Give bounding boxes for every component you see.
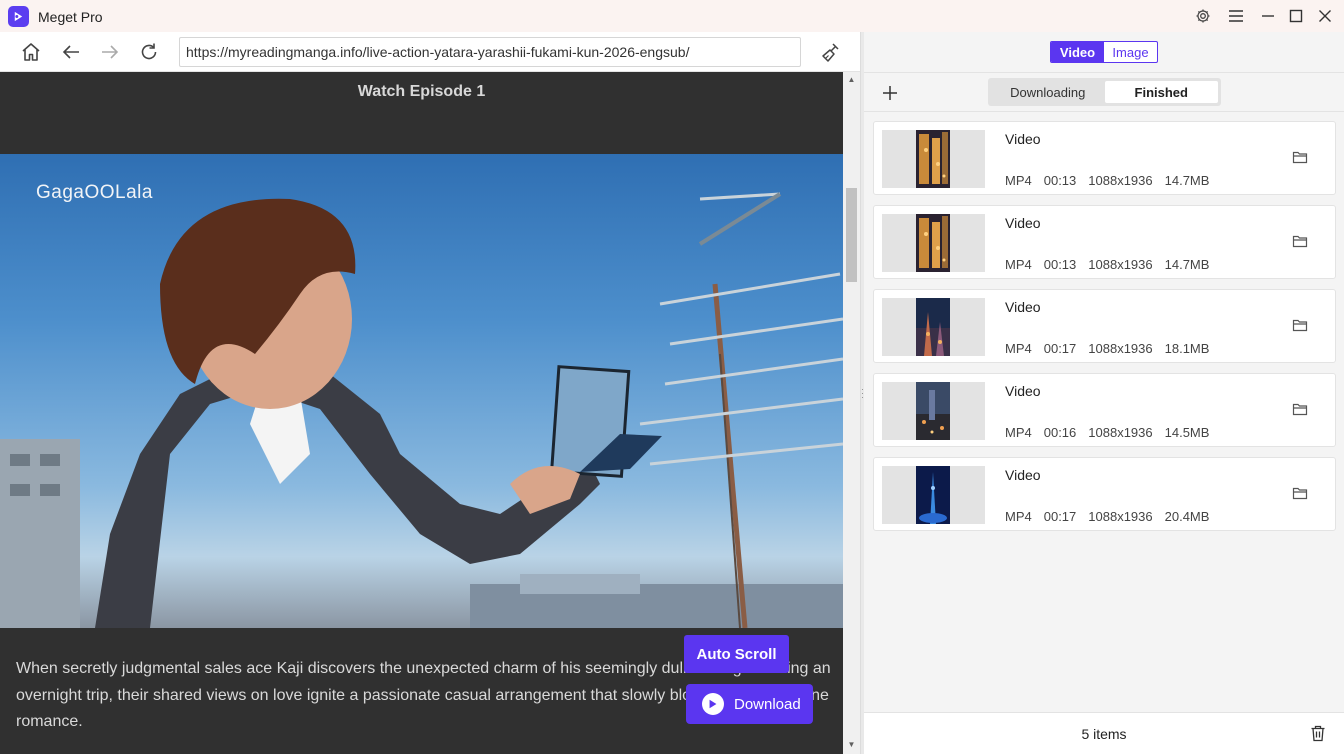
video-frame: [0, 192, 843, 628]
item-count: 5 items: [1081, 726, 1127, 742]
item-title: Video: [1005, 383, 1041, 399]
item-title: Video: [1005, 131, 1041, 147]
scroll-up-icon[interactable]: ▲: [846, 75, 857, 85]
item-resolution: 1088x1936: [1088, 341, 1153, 356]
item-duration: 00:16: [1043, 425, 1077, 440]
settings-icon[interactable]: [1193, 6, 1213, 26]
reload-icon[interactable]: [137, 40, 161, 64]
web-content: Watch Episode 1 GagaOOLala When secretly…: [0, 72, 843, 754]
item-meta: MP4 00:16 1088x1936 14.5MB: [1005, 425, 1209, 440]
item-title: Video: [1005, 299, 1041, 315]
image-type-button[interactable]: Image: [1104, 42, 1157, 62]
item-duration: 00:17: [1043, 341, 1077, 356]
video-thumbnail[interactable]: [882, 466, 985, 524]
item-size: 14.7MB: [1164, 173, 1210, 188]
item-format: MP4: [1005, 257, 1032, 272]
download-button[interactable]: Download: [686, 684, 813, 724]
list-item[interactable]: Video MP4 00:13 1088x1936 14.7MB: [873, 205, 1336, 279]
item-meta: MP4 00:13 1088x1936 14.7MB: [1005, 173, 1209, 188]
video-thumbnail[interactable]: [882, 382, 985, 440]
item-size: 14.5MB: [1164, 425, 1210, 440]
open-folder-icon[interactable]: [1292, 401, 1310, 419]
scroll-thumb[interactable]: [846, 188, 857, 282]
item-format: MP4: [1005, 425, 1032, 440]
media-type-toggle[interactable]: Video Image: [1050, 41, 1158, 63]
download-logo-icon: [702, 693, 724, 715]
menu-icon[interactable]: [1226, 6, 1246, 26]
item-format: MP4: [1005, 509, 1032, 524]
maximize-icon[interactable]: [1286, 6, 1306, 26]
app-logo-icon: [8, 6, 29, 27]
video-thumbnail[interactable]: [882, 130, 985, 188]
item-resolution: 1088x1936: [1088, 425, 1153, 440]
download-tabs: Downloading Finished: [988, 78, 1221, 106]
forward-icon[interactable]: [98, 40, 122, 64]
app-title: Meget Pro: [38, 9, 103, 25]
auto-scroll-button[interactable]: Auto Scroll: [684, 635, 789, 673]
item-format: MP4: [1005, 173, 1032, 188]
thumbnail-image: [916, 382, 950, 440]
open-folder-icon[interactable]: [1292, 149, 1310, 167]
item-resolution: 1088x1936: [1088, 257, 1153, 272]
download-button-label: Download: [734, 695, 801, 713]
url-input[interactable]: [180, 38, 800, 66]
video-player[interactable]: GagaOOLala: [0, 154, 843, 628]
browser-toolbar: [0, 32, 863, 72]
open-folder-icon[interactable]: [1292, 317, 1310, 335]
list-item[interactable]: Video MP4 00:17 1088x1936 18.1MB: [873, 289, 1336, 363]
open-folder-icon[interactable]: [1292, 233, 1310, 251]
separator: [864, 72, 1344, 73]
item-duration: 00:13: [1043, 257, 1077, 272]
title-bar: Meget Pro: [0, 0, 1344, 32]
item-resolution: 1088x1936: [1088, 509, 1153, 524]
close-icon[interactable]: [1315, 6, 1335, 26]
url-bar[interactable]: [179, 37, 801, 67]
thumbnail-image: [916, 298, 950, 356]
list-item[interactable]: Video MP4 00:17 1088x1936 20.4MB: [873, 457, 1336, 531]
open-folder-icon[interactable]: [1292, 485, 1310, 503]
download-list: Video MP4 00:13 1088x1936 14.7MB Video M…: [873, 121, 1336, 541]
home-icon[interactable]: [19, 40, 43, 64]
item-title: Video: [1005, 467, 1041, 483]
tab-finished[interactable]: Finished: [1104, 81, 1218, 103]
minimize-icon[interactable]: [1258, 6, 1278, 26]
list-item[interactable]: Video MP4 00:16 1088x1936 14.5MB: [873, 373, 1336, 447]
back-icon[interactable]: [59, 40, 83, 64]
item-duration: 00:17: [1043, 509, 1077, 524]
item-duration: 00:13: [1043, 173, 1077, 188]
item-meta: MP4 00:17 1088x1936 20.4MB: [1005, 509, 1209, 524]
list-item[interactable]: Video MP4 00:13 1088x1936 14.7MB: [873, 121, 1336, 195]
item-meta: MP4 00:17 1088x1936 18.1MB: [1005, 341, 1209, 356]
clean-icon[interactable]: [819, 40, 843, 64]
web-scrollbar[interactable]: ▲ ▼: [843, 72, 860, 754]
download-panel: Video Image Downloading Finished Video M…: [864, 32, 1344, 754]
thumbnail-image: [916, 214, 950, 272]
tab-downloading[interactable]: Downloading: [991, 81, 1105, 103]
item-size: 18.1MB: [1164, 341, 1210, 356]
thumbnail-image: [916, 130, 950, 188]
item-format: MP4: [1005, 341, 1032, 356]
scroll-down-icon[interactable]: ▼: [846, 740, 857, 750]
video-watermark: GagaOOLala: [36, 182, 153, 203]
episode-heading: Watch Episode 1: [357, 83, 486, 100]
item-title: Video: [1005, 215, 1041, 231]
video-thumbnail[interactable]: [882, 214, 985, 272]
add-icon[interactable]: [879, 82, 901, 104]
video-thumbnail[interactable]: [882, 298, 985, 356]
item-size: 14.7MB: [1164, 257, 1210, 272]
video-type-button[interactable]: Video: [1051, 42, 1104, 62]
item-size: 20.4MB: [1164, 509, 1210, 524]
separator: [864, 111, 1344, 112]
panel-footer: 5 items: [864, 712, 1344, 754]
item-resolution: 1088x1936: [1088, 173, 1153, 188]
item-meta: MP4 00:13 1088x1936 14.7MB: [1005, 257, 1209, 272]
trash-icon[interactable]: [1310, 725, 1328, 743]
thumbnail-image: [916, 466, 950, 524]
